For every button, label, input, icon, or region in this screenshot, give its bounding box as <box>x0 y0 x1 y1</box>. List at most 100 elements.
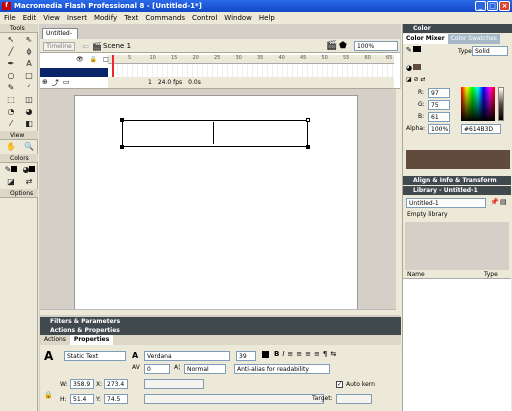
text-direction-icon[interactable]: ⇆ <box>330 350 336 358</box>
font-size-field[interactable]: 39 <box>236 351 256 361</box>
handle-top-right[interactable] <box>306 118 310 122</box>
lock-dimensions-icon[interactable]: 🔒 <box>44 391 53 399</box>
height-field[interactable]: 51.4 <box>70 394 94 404</box>
width-field[interactable]: 358.9 <box>70 379 94 389</box>
color-panel-header[interactable]: Color <box>403 24 512 33</box>
text-field-box[interactable] <box>122 120 308 147</box>
handle-bottom-left[interactable] <box>120 145 124 149</box>
eraser-tool-icon[interactable]: ◧ <box>21 119 37 129</box>
vertical-scrollbar[interactable] <box>396 89 401 315</box>
zoom-select[interactable]: 100% <box>354 41 398 51</box>
red-field[interactable]: 97 <box>428 88 450 98</box>
align-left-icon[interactable]: ≡ <box>287 350 293 358</box>
hand-tool-icon[interactable]: ✋ <box>3 142 19 152</box>
library-col-name[interactable]: Name <box>407 270 425 279</box>
alpha-field[interactable]: 100% <box>428 124 450 134</box>
eye-icon[interactable]: 👁 <box>76 56 84 63</box>
library-document-select[interactable]: Untitled-1 <box>406 198 486 208</box>
new-library-icon[interactable]: ▤ <box>500 198 507 206</box>
handle-top-left[interactable] <box>120 118 124 122</box>
fill-transform-tool-icon[interactable]: ◫ <box>21 95 37 105</box>
zoom-tool-icon[interactable]: 🔍 <box>21 142 37 152</box>
char-position-select[interactable]: Normal <box>184 364 226 374</box>
back-arrow-icon[interactable]: ⇦ <box>82 42 89 51</box>
menu-item-control[interactable]: Control <box>192 14 217 22</box>
text-type-select[interactable]: Static Text <box>64 351 126 361</box>
stroke-color-mixer-icon[interactable]: ✎ <box>406 46 421 54</box>
timeline-ruler[interactable]: 5 10 15 20 25 30 35 40 45 50 55 60 65 <box>108 55 394 64</box>
actions-properties-header[interactable]: Actions & Properties <box>40 326 401 335</box>
text-color-swatch[interactable] <box>262 351 269 358</box>
pen-tool-icon[interactable]: ✒ <box>3 59 19 69</box>
tracking-field[interactable]: 0 <box>144 364 170 374</box>
tab-actions[interactable]: Actions <box>40 335 70 345</box>
align-info-transform-header[interactable]: Align & Info & Transform <box>403 176 511 185</box>
layer-row[interactable] <box>40 68 108 77</box>
hex-field[interactable]: #614B3D <box>461 124 501 134</box>
black-white-icon[interactable]: ◪ <box>3 177 19 187</box>
bold-icon[interactable]: B <box>274 350 279 358</box>
menu-item-help[interactable]: Help <box>259 14 275 22</box>
menu-item-modify[interactable]: Modify <box>94 14 117 22</box>
document-tab[interactable]: Untitled-1* <box>42 28 78 47</box>
pencil-tool-icon[interactable]: ✎ <box>3 83 19 93</box>
mixer-swap-icons[interactable]: ◪ ⊘ ⇄ <box>406 76 426 83</box>
url-field[interactable] <box>144 379 204 389</box>
handle-bottom-right[interactable] <box>306 145 310 149</box>
autokern-checkbox[interactable]: ✓ <box>336 381 343 388</box>
rectangle-tool-icon[interactable]: □ <box>21 71 37 81</box>
swap-colors-icon[interactable]: ⇄ <box>21 177 37 187</box>
font-select[interactable]: Verdana <box>144 351 230 361</box>
eyedropper-tool-icon[interactable]: ⁄ <box>3 119 19 129</box>
library-item-list[interactable] <box>403 279 511 411</box>
horizontal-scrollbar[interactable] <box>40 309 396 315</box>
menu-item-insert[interactable]: Insert <box>67 14 87 22</box>
filters-panel-header[interactable]: Filters & Parameters <box>40 317 401 326</box>
paint-bucket-tool-icon[interactable]: ◕ <box>21 107 37 117</box>
fill-color-mixer-icon[interactable]: ◕ <box>406 64 422 72</box>
y-field[interactable]: 74.5 <box>104 394 128 404</box>
stroke-color-icon[interactable]: ✎ <box>3 165 19 175</box>
lock-icon[interactable]: 🔒 <box>90 56 97 63</box>
menu-item-text[interactable]: Text <box>124 14 138 22</box>
free-transform-tool-icon[interactable]: ⬚ <box>3 95 19 105</box>
edit-symbol-icon[interactable]: ⬟ <box>339 41 347 51</box>
pin-library-icon[interactable]: 📌 <box>490 198 499 206</box>
target-select[interactable] <box>336 394 372 404</box>
library-col-type[interactable]: Type <box>484 270 498 279</box>
text-tool-icon[interactable]: A <box>21 59 37 69</box>
menu-item-commands[interactable]: Commands <box>145 14 185 22</box>
ink-bottle-tool-icon[interactable]: ◔ <box>3 107 19 117</box>
fill-color-icon[interactable]: ◕ <box>21 165 37 175</box>
close-button[interactable]: × <box>499 1 510 11</box>
paragraph-icon[interactable]: ¶ <box>323 350 327 358</box>
blue-field[interactable]: 61 <box>428 112 450 122</box>
selection-tool-icon[interactable]: ↖ <box>3 35 19 45</box>
align-center-icon[interactable]: ≡ <box>296 350 302 358</box>
italic-icon[interactable]: I <box>282 350 284 358</box>
maximize-button[interactable]: □ <box>487 1 498 11</box>
tab-color-swatches[interactable]: Color Swatches <box>447 34 500 44</box>
outline-icon[interactable]: □ <box>103 56 109 63</box>
minimize-button[interactable]: _ <box>475 1 486 11</box>
x-field[interactable]: 273.4 <box>104 379 128 389</box>
brightness-slider[interactable] <box>498 87 504 121</box>
lasso-tool-icon[interactable]: ϕ <box>21 47 37 57</box>
menu-item-edit[interactable]: Edit <box>23 14 37 22</box>
link-field[interactable] <box>144 394 324 404</box>
tab-color-mixer[interactable]: Color Mixer <box>403 34 448 44</box>
menu-item-view[interactable]: View <box>43 14 60 22</box>
anti-alias-select[interactable]: Anti-alias for readability <box>234 364 330 374</box>
menu-item-file[interactable]: File <box>4 14 16 22</box>
menu-item-window[interactable]: Window <box>224 14 252 22</box>
color-spectrum[interactable] <box>461 87 495 121</box>
brush-tool-icon[interactable]: ᐟ <box>21 83 37 93</box>
edit-scene-icon[interactable]: 🎬 <box>326 41 337 51</box>
add-folder-icon[interactable]: ▭ <box>63 78 70 88</box>
fill-type-select[interactable]: Solid <box>472 46 508 56</box>
subselection-tool-icon[interactable]: ⇖ <box>21 35 37 45</box>
line-tool-icon[interactable]: ╱ <box>3 47 19 57</box>
green-field[interactable]: 75 <box>428 100 450 110</box>
add-guide-icon[interactable]: ⤴ <box>52 78 59 88</box>
timeline-button[interactable]: Timeline <box>43 42 75 51</box>
